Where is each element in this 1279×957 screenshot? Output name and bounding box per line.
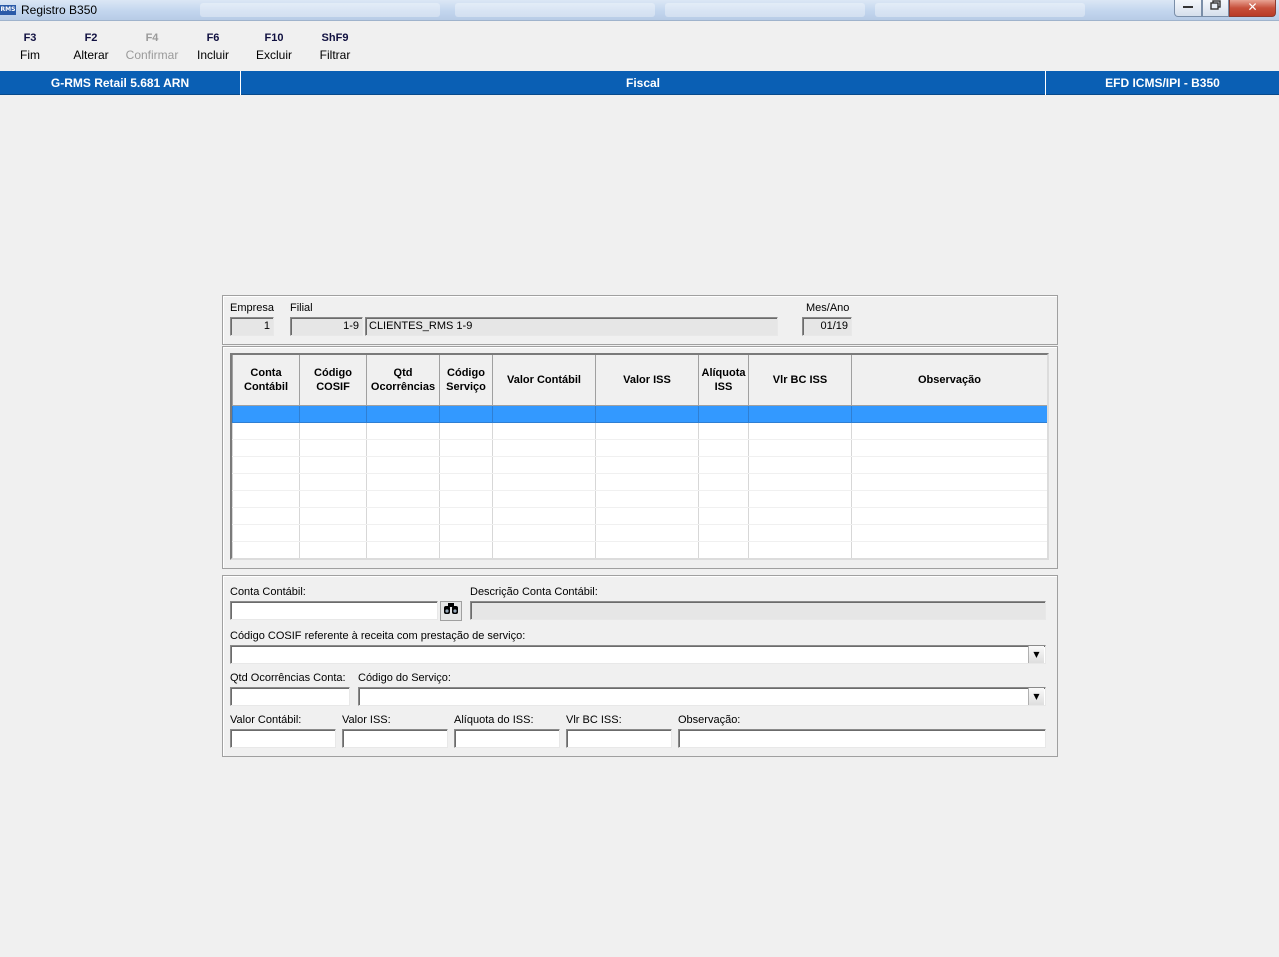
table-row[interactable]	[232, 524, 1047, 542]
qtd-ocorrencias-label: Qtd Ocorrências Conta:	[230, 672, 346, 684]
codigo-servico-label: Código do Serviço:	[358, 672, 451, 684]
aliquota-iss-label: Alíquota do ISS:	[454, 714, 534, 726]
valor-iss-label: Valor ISS:	[342, 714, 391, 726]
table-row-selected[interactable]	[232, 405, 1047, 423]
empresa-label: Empresa	[230, 302, 275, 314]
descricao-conta-field	[470, 601, 1046, 620]
filtrar-key: ShF9	[321, 32, 349, 44]
filial-code-field[interactable]: 1-9	[290, 317, 363, 336]
app-version: G-RMS Retail 5.681 ARN	[0, 71, 241, 95]
mesano-field[interactable]: 01/19	[802, 317, 852, 336]
header-band: G-RMS Retail 5.681 ARN Fiscal EFD ICMS/I…	[0, 71, 1279, 95]
col-header-qtd-ocorrencias[interactable]: Qtd Ocorrências	[366, 355, 440, 406]
titlebar-background-tabs	[455, 3, 655, 17]
binoculars-icon	[444, 603, 458, 614]
filtrar-button[interactable]: ShF9 Filtrar	[305, 32, 365, 62]
col-header-conta-contabil[interactable]: Conta Contábil	[232, 355, 300, 406]
conta-contabil-label: Conta Contábil:	[230, 586, 306, 598]
function-key-toolbar: F3 Fim F2 Alterar F4 Confirmar F6 Inclui…	[0, 22, 1279, 70]
close-button[interactable]: ✕	[1229, 0, 1276, 17]
window-titlebar: RMS Registro B350 ✕	[0, 0, 1279, 21]
grid-header-row: Conta Contábil Código COSIF Qtd Ocorrências…	[232, 355, 1047, 406]
alterar-key: F2	[84, 32, 98, 44]
filtrar-label: Filtrar	[319, 48, 351, 62]
restore-button[interactable]	[1202, 0, 1229, 17]
screen-name: EFD ICMS/IPI - B350	[1105, 76, 1220, 90]
col-header-vlr-bc-iss[interactable]: Vlr BC ISS	[748, 355, 852, 406]
aliquota-iss-input[interactable]	[454, 729, 560, 748]
vlr-bc-iss-label: Vlr BC ISS:	[566, 714, 622, 726]
col-header-aliquota-iss[interactable]: Alíquota ISS	[698, 355, 749, 406]
titlebar-background-tabs	[665, 3, 865, 17]
table-row[interactable]	[232, 541, 1047, 558]
mesano-label: Mes/Ano	[806, 302, 850, 314]
codigo-servico-select[interactable]	[358, 687, 1046, 706]
confirmar-label: Confirmar	[125, 48, 179, 62]
table-row[interactable]	[232, 439, 1047, 457]
chevron-down-icon[interactable]: ▼	[1028, 646, 1044, 663]
alterar-button[interactable]: F2 Alterar	[61, 32, 121, 62]
filial-label: Filial	[290, 302, 313, 314]
incluir-label: Incluir	[196, 48, 229, 62]
excluir-label: Excluir	[255, 48, 292, 62]
incluir-key: F6	[206, 32, 220, 44]
window-title: Registro B350	[21, 3, 98, 17]
incluir-button[interactable]: F6 Incluir	[183, 32, 243, 62]
excluir-button[interactable]: F10 Excluir	[244, 32, 304, 62]
alterar-label: Alterar	[73, 48, 109, 62]
codigo-cosif-label: Código COSIF referente à receita com pre…	[230, 630, 526, 642]
confirmar-key: F4	[145, 32, 159, 44]
records-grid[interactable]: Conta Contábil Código COSIF Qtd Ocorrências…	[230, 353, 1049, 560]
fim-label: Fim	[20, 48, 40, 62]
descricao-conta-label: Descrição Conta Contábil:	[470, 586, 598, 598]
col-header-valor-contabil[interactable]: Valor Contábil	[492, 355, 596, 406]
empresa-field[interactable]: 1	[230, 317, 274, 336]
col-header-observacao[interactable]: Observação	[851, 355, 1047, 406]
titlebar-background-tabs	[200, 3, 440, 17]
observacao-input[interactable]	[678, 729, 1046, 748]
fim-button[interactable]: F3 Fim	[0, 32, 60, 62]
observacao-label: Observação:	[678, 714, 741, 726]
close-icon: ✕	[1247, 0, 1258, 14]
table-row[interactable]	[232, 456, 1047, 474]
col-header-codigo-cosif[interactable]: Código COSIF	[299, 355, 367, 406]
vlr-bc-iss-input[interactable]	[566, 729, 672, 748]
table-row[interactable]	[232, 507, 1047, 525]
module-name: Fiscal	[241, 71, 1046, 95]
table-row[interactable]	[232, 422, 1047, 440]
col-header-codigo-servico[interactable]: Código Serviço	[439, 355, 493, 406]
fim-key: F3	[23, 32, 37, 44]
app-icon: RMS	[0, 5, 16, 15]
col-header-valor-iss[interactable]: Valor ISS	[595, 355, 699, 406]
filial-name-field: CLIENTES_RMS 1-9	[365, 317, 778, 336]
excluir-key: F10	[264, 32, 284, 44]
codigo-cosif-select[interactable]	[230, 645, 1046, 664]
chevron-down-icon[interactable]: ▼	[1028, 688, 1044, 705]
valor-iss-input[interactable]	[342, 729, 448, 748]
search-conta-button[interactable]	[440, 601, 462, 621]
confirmar-button[interactable]: F4 Confirmar	[122, 32, 182, 62]
minimize-icon	[1183, 6, 1193, 8]
qtd-ocorrencias-input[interactable]	[230, 687, 350, 706]
restore-icon	[1209, 0, 1221, 10]
titlebar-background-tabs	[875, 3, 1085, 17]
minimize-button[interactable]	[1174, 0, 1202, 17]
conta-contabil-input[interactable]	[230, 601, 438, 620]
valor-contabil-input[interactable]	[230, 729, 336, 748]
table-row[interactable]	[232, 490, 1047, 508]
table-row[interactable]	[232, 473, 1047, 491]
valor-contabil-label: Valor Contábil:	[230, 714, 302, 726]
